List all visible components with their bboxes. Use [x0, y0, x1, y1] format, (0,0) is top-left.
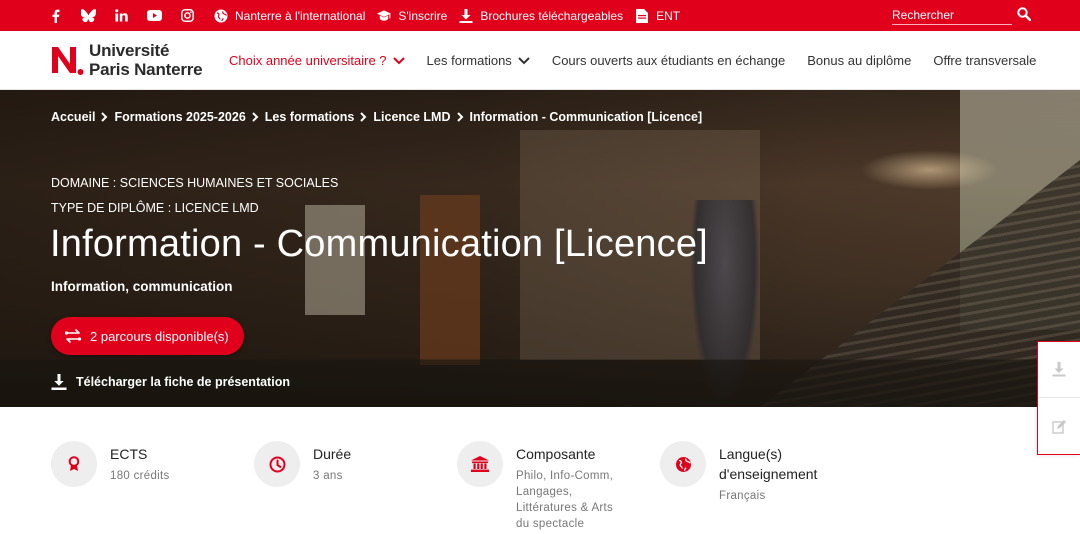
- info-duree: Durée 3 ans: [254, 441, 351, 487]
- info-composante: Composante Philo, Info-Comm, Langages, L…: [457, 441, 626, 532]
- search-input[interactable]: [892, 7, 1012, 22]
- info-title: Durée: [313, 446, 352, 462]
- key-info-section: ECTS 180 crédits Durée 3 ans Composante …: [0, 407, 1080, 534]
- info-title: ECTS: [110, 446, 148, 462]
- international-link[interactable]: Nanterre à l'international: [214, 9, 365, 23]
- institution-icon: [457, 441, 503, 487]
- nav-choix-annee[interactable]: Choix année universitaire ?: [229, 53, 405, 68]
- hero-banner: Accueil Formations 2025-2026 Les formati…: [0, 90, 1080, 407]
- brochures-link[interactable]: Brochures téléchargeables: [459, 8, 623, 23]
- breadcrumb-accueil[interactable]: Accueil: [51, 110, 95, 124]
- page-title: Information - Communication [Licence]: [50, 223, 708, 265]
- info-value: Français: [719, 490, 766, 502]
- download-icon: [51, 374, 67, 390]
- chevron-right-icon: [252, 112, 259, 122]
- nav-bonus-diplome[interactable]: Bonus au diplôme: [807, 53, 911, 68]
- info-ects: ECTS 180 crédits: [51, 441, 170, 487]
- hero-photo-lamp: [860, 150, 1000, 190]
- logo-text: Université Paris Nanterre: [89, 41, 203, 79]
- nav-les-formations[interactable]: Les formations: [427, 53, 530, 68]
- top-bar: Nanterre à l'international S'inscrire Br…: [0, 0, 1080, 31]
- download-icon: [459, 8, 473, 23]
- instagram-icon[interactable]: [179, 8, 195, 24]
- hero-photo-door: [420, 195, 480, 365]
- main-header: Université Paris Nanterre Choix année un…: [0, 31, 1080, 90]
- nav-offre-transversale[interactable]: Offre transversale: [933, 53, 1036, 68]
- logo-mark-icon: [50, 43, 84, 77]
- document-icon: [635, 8, 649, 23]
- search-icon[interactable]: [1017, 7, 1033, 23]
- side-download-button[interactable]: [1038, 342, 1080, 398]
- clock-icon: [254, 441, 300, 487]
- info-value: 3 ans: [313, 470, 343, 482]
- page-subtitle: Information, communication: [51, 279, 233, 294]
- graduation-cap-icon: [377, 9, 392, 23]
- domain-label: DOMAINE : SCIENCES HUMAINES ET SOCIALES: [51, 176, 339, 190]
- bluesky-icon[interactable]: [80, 8, 96, 24]
- logo-line-2: Paris Nanterre: [89, 60, 203, 79]
- chevron-right-icon: [456, 112, 463, 122]
- chevron-right-icon: [101, 112, 108, 122]
- top-links: Nanterre à l'international S'inscrire Br…: [214, 8, 692, 23]
- social-links: [47, 8, 212, 24]
- youtube-icon[interactable]: [146, 8, 162, 24]
- breadcrumb-formations-year[interactable]: Formations 2025-2026: [114, 110, 245, 124]
- university-logo[interactable]: Université Paris Nanterre: [50, 41, 203, 79]
- chevron-down-icon: [518, 56, 530, 64]
- swap-arrows-icon: [64, 329, 82, 343]
- facebook-icon[interactable]: [47, 8, 63, 24]
- diploma-type-label: TYPE DE DIPLÔME : LICENCE LMD: [51, 201, 259, 215]
- inscription-link[interactable]: S'inscrire: [377, 9, 447, 23]
- breadcrumb: Accueil Formations 2025-2026 Les formati…: [51, 110, 702, 124]
- breadcrumb-les-formations[interactable]: Les formations: [265, 110, 355, 124]
- download-icon: [1052, 362, 1066, 377]
- ent-link[interactable]: ENT: [635, 8, 680, 23]
- download-presentation-link[interactable]: Télécharger la fiche de présentation: [51, 374, 290, 390]
- info-value: 180 crédits: [110, 470, 170, 482]
- globe-icon: [214, 9, 228, 23]
- nav-cours-ouverts[interactable]: Cours ouverts aux étudiants en échange: [552, 53, 785, 68]
- breadcrumb-current: Information - Communication [Licence]: [469, 110, 703, 124]
- info-title: Composante: [516, 446, 596, 462]
- globe-icon: [660, 441, 706, 487]
- linkedin-icon[interactable]: [113, 8, 129, 24]
- search-field: [892, 5, 1012, 25]
- info-title: Langue(s) d'enseignement: [719, 446, 818, 482]
- info-langue: Langue(s) d'enseignement Français: [660, 441, 839, 504]
- info-value: Philo, Info-Comm, Langages, Littératures…: [516, 470, 614, 530]
- logo-line-1: Université: [89, 41, 170, 60]
- chevron-right-icon: [360, 112, 367, 122]
- medal-icon: [51, 441, 97, 487]
- chevron-down-icon: [392, 56, 405, 64]
- main-nav: Choix année universitaire ? Les formatio…: [229, 31, 1058, 90]
- breadcrumb-licence-lmd[interactable]: Licence LMD: [373, 110, 450, 124]
- parcours-button[interactable]: 2 parcours disponible(s): [51, 317, 244, 355]
